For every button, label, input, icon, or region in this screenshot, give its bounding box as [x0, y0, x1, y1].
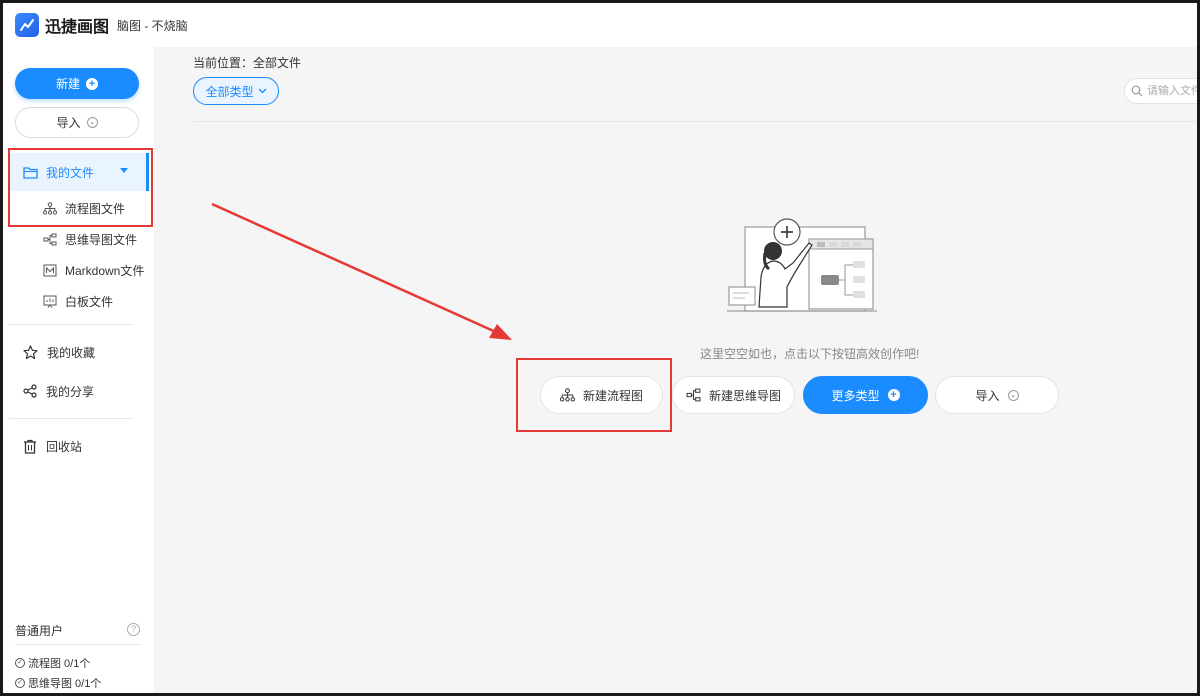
- annotation-arrow: [211, 202, 512, 340]
